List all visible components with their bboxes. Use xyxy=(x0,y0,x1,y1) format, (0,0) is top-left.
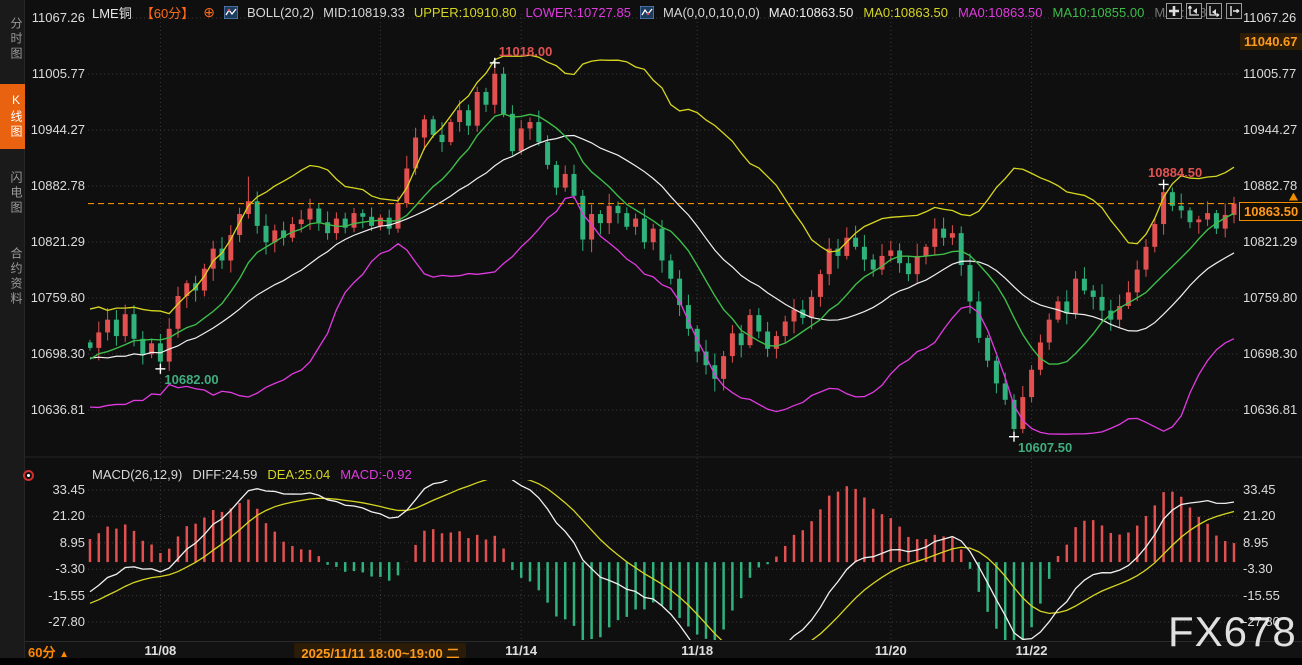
macd-pane xyxy=(90,463,1234,665)
watermark: FX678 xyxy=(1168,608,1297,656)
axis-zoom-left-icon[interactable] xyxy=(1186,3,1202,19)
last-price-badge: 10863.50 xyxy=(1239,202,1302,221)
ma-indicator-icon[interactable] xyxy=(640,6,654,19)
ma-value: MA0:10863.50 xyxy=(769,5,854,20)
ma-label: MA(0,0,0,10,0,0) xyxy=(663,5,760,20)
dropdown-arrow-icon: ▲ xyxy=(59,649,69,660)
boll-indicator-icon[interactable] xyxy=(224,6,238,19)
extreme-marker-cross xyxy=(1159,179,1169,189)
chart-canvas[interactable] xyxy=(0,0,1302,665)
boll-upper-value: UPPER:10910.80 xyxy=(414,5,517,20)
main-chart-legend: LME铜 【60分】 ⊕ BOLL(20,2) MID:10819.33 UPP… xyxy=(92,4,1206,20)
chart-toolbar xyxy=(1166,3,1242,19)
ma-values: MA0:10863.50 MA0:10863.50 MA0:10863.50 MA10… xyxy=(769,5,1207,20)
macd-settings-icon[interactable] xyxy=(23,470,34,481)
session-high-badge: 11040.67 xyxy=(1240,33,1302,50)
macd-hist-value: MACD:-0.92 xyxy=(340,467,412,482)
target-icon[interactable]: ⊕ xyxy=(203,4,215,21)
ma-value: MA0:10863.50 xyxy=(863,5,948,20)
ma-value: MA0:10863.50 xyxy=(958,5,1043,20)
macd-dea-value: DEA:25.04 xyxy=(267,467,330,482)
boll-lower-value: LOWER:10727.85 xyxy=(525,5,631,20)
price-annotation-low: 10607.50 xyxy=(1018,440,1072,455)
symbol-name: LME铜 xyxy=(92,3,132,22)
price-annotation-high: 11018.00 xyxy=(499,44,553,59)
grid xyxy=(88,14,1237,640)
macd-label: MACD(26,12,9) xyxy=(92,467,182,482)
ma-value: MA10:10855.00 xyxy=(1053,5,1145,20)
layout-grid-icon[interactable] xyxy=(1166,3,1182,19)
trading-app-window: 分时图K线图闪电图合约资料 LME铜 【60分】 ⊕ BOLL(20,2) MI… xyxy=(0,0,1302,665)
pan-right-icon[interactable] xyxy=(1226,3,1242,19)
period-tag: 【60分】 xyxy=(141,3,194,22)
macd-diff-value: DIFF:24.59 xyxy=(192,467,257,482)
period-dropdown[interactable]: 60分 ▲ xyxy=(28,642,69,661)
axis-zoom-right-icon[interactable] xyxy=(1206,3,1222,19)
extreme-marker-cross xyxy=(490,58,500,68)
boll-mid-value: MID:10819.33 xyxy=(323,5,405,20)
price-annotation-high: 10884.50 xyxy=(1148,165,1202,180)
boll-label: BOLL(20,2) xyxy=(247,5,314,20)
candles xyxy=(88,63,1237,437)
price-annotation-low: 10682.00 xyxy=(164,372,218,387)
macd-legend: MACD(26,12,9) DIFF:24.59 DEA:25.04 MACD:… xyxy=(92,467,412,482)
